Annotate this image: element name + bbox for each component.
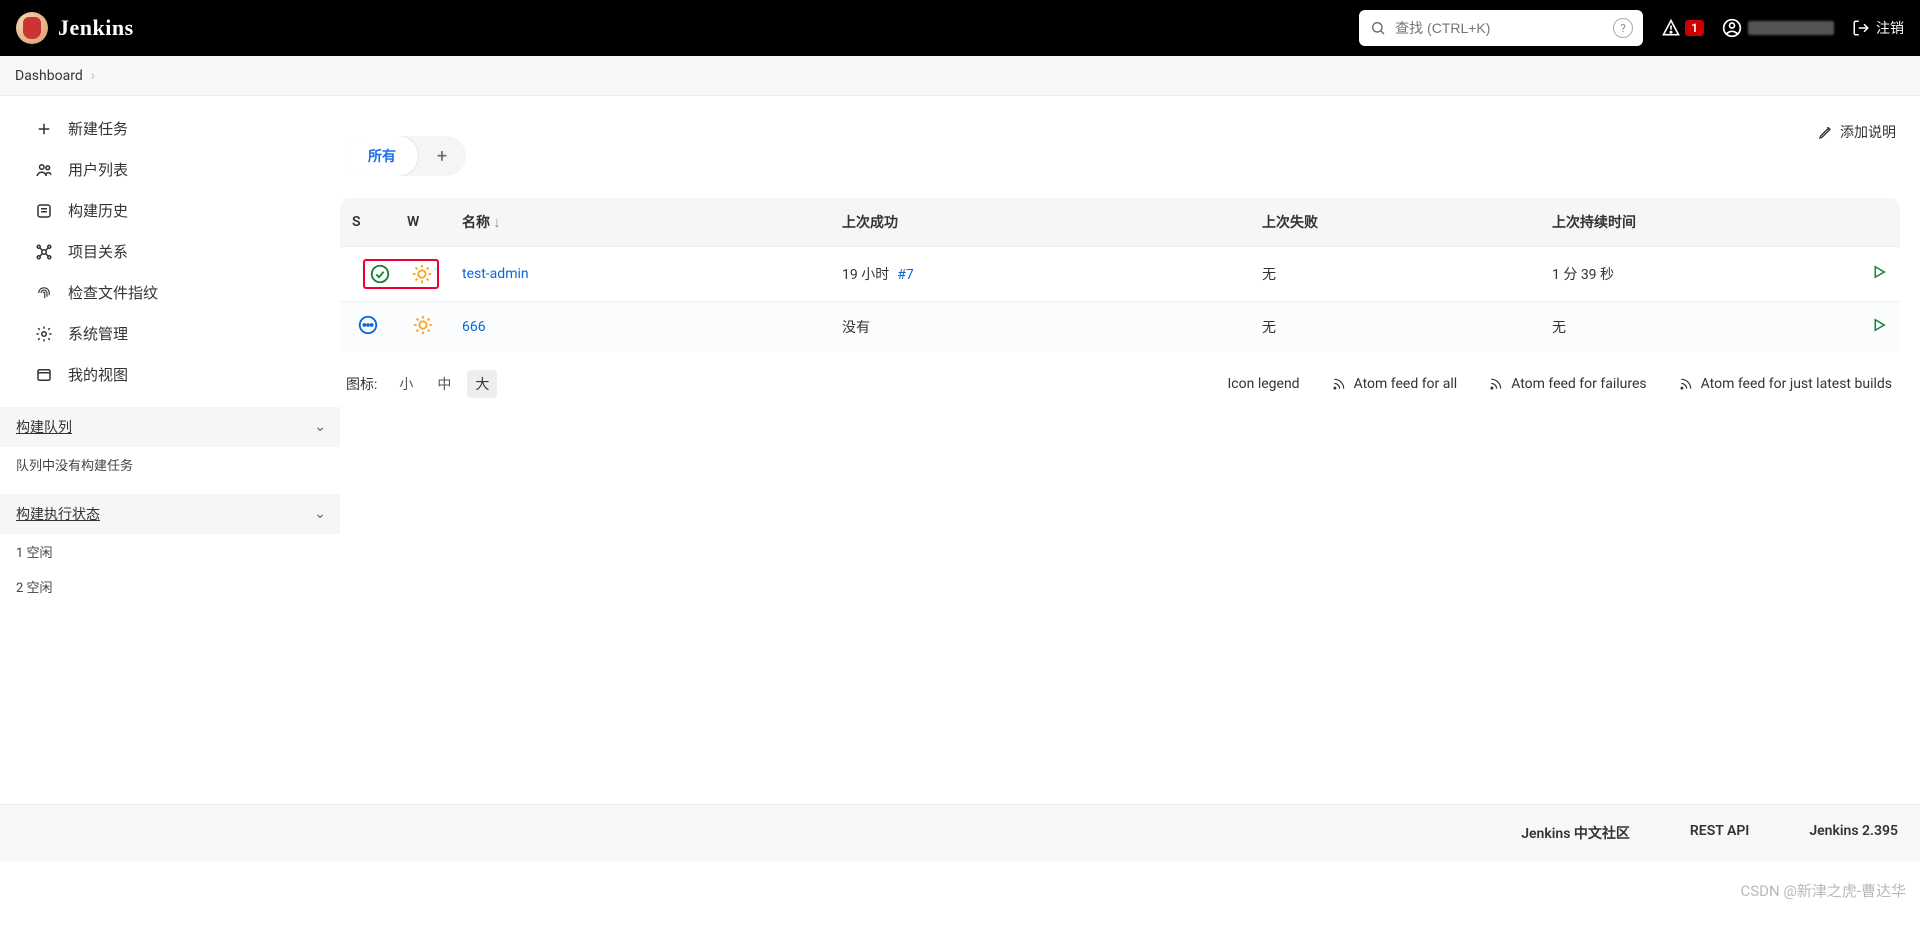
history-icon	[34, 201, 54, 221]
help-icon[interactable]: ?	[1613, 18, 1633, 38]
last-success-text: 19 小时	[842, 267, 889, 283]
build-queue-empty: 队列中没有构建任务	[0, 447, 340, 482]
search-box[interactable]: ?	[1359, 10, 1643, 46]
table-row: 666 没有 无 无	[340, 301, 1900, 352]
relations-icon	[34, 242, 54, 262]
atom-all-link[interactable]: Atom feed for all	[1332, 376, 1458, 392]
status-success-icon	[369, 263, 391, 285]
sidebar-item-users[interactable]: 用户列表	[0, 149, 340, 190]
sidebar: 新建任务 用户列表 构建历史 项目关系 检查文件指纹 系统管理 我的视图 构建队…	[0, 96, 340, 604]
sidebar-item-label: 我的视图	[68, 364, 128, 385]
job-name-link[interactable]: 666	[462, 319, 486, 335]
sidebar-item-label: 项目关系	[68, 241, 128, 262]
size-large[interactable]: 大	[467, 370, 497, 398]
alert-count: 1	[1685, 20, 1704, 36]
job-table: S W 名称 ↓ 上次成功 上次失败 上次持续时间	[340, 198, 1900, 352]
logout-button[interactable]: 注销	[1852, 18, 1904, 38]
logo-text: Jenkins	[58, 15, 134, 41]
watermark: CSDN @新津之虎-曹达华	[1740, 880, 1906, 901]
col-weather[interactable]: W	[395, 198, 450, 246]
atom-latest-link[interactable]: Atom feed for just latest builds	[1679, 376, 1892, 392]
feed-bar: Icon legend Atom feed for all Atom feed …	[1228, 376, 1893, 392]
sidebar-item-label: 构建历史	[68, 200, 128, 221]
jenkins-logo-icon	[16, 12, 48, 44]
executor-row: 1 空闲	[0, 534, 340, 569]
main-content: 添加说明 所有 + S W 名称 ↓ 上次成功 上次失败 上次持续时间	[340, 96, 1920, 604]
tab-all[interactable]: 所有	[346, 136, 418, 176]
sidebar-item-label: 用户列表	[68, 159, 128, 180]
sidebar-item-label: 系统管理	[68, 323, 128, 344]
add-description-label: 添加说明	[1840, 122, 1896, 142]
top-header: Jenkins ? 1 注销	[0, 0, 1920, 56]
page-footer: Jenkins 中文社区 REST API Jenkins 2.395	[0, 804, 1920, 861]
users-icon	[34, 160, 54, 180]
logo-area[interactable]: Jenkins	[16, 12, 134, 44]
icon-size-label: 图标:	[346, 374, 377, 394]
build-link[interactable]: #7	[897, 267, 914, 283]
build-queue-header[interactable]: 构建队列 ⌄	[0, 407, 340, 447]
chevron-down-icon: ⌄	[314, 419, 326, 435]
user-menu[interactable]	[1722, 18, 1834, 38]
col-status[interactable]: S	[340, 198, 395, 246]
build-now-button[interactable]	[1870, 322, 1888, 338]
weather-sunny-icon	[412, 314, 434, 336]
search-icon	[1369, 19, 1387, 37]
executor-row: 2 空闲	[0, 569, 340, 604]
last-fail-text: 无	[1250, 301, 1540, 352]
sidebar-item-manage[interactable]: 系统管理	[0, 313, 340, 354]
last-success-text: 没有	[842, 320, 870, 336]
weather-sunny-icon	[411, 263, 433, 285]
username-redacted	[1748, 21, 1834, 35]
build-now-button[interactable]	[1870, 269, 1888, 285]
atom-failures-link[interactable]: Atom feed for failures	[1489, 376, 1646, 392]
sidebar-item-relations[interactable]: 项目关系	[0, 231, 340, 272]
size-small[interactable]: 小	[391, 370, 421, 398]
icon-legend-link[interactable]: Icon legend	[1228, 376, 1300, 392]
chevron-right-icon: ›	[91, 68, 95, 84]
sidebar-item-label: 新建任务	[68, 118, 128, 139]
icon-size-bar: 图标: 小 中 大	[346, 370, 497, 398]
plus-icon	[34, 119, 54, 139]
last-fail-text: 无	[1250, 246, 1540, 301]
build-queue-title: 构建队列	[16, 417, 72, 437]
logout-label: 注销	[1876, 18, 1904, 38]
col-last-duration[interactable]: 上次持续时间	[1540, 198, 1858, 246]
sidebar-item-label: 检查文件指纹	[68, 282, 158, 303]
sidebar-item-history[interactable]: 构建历史	[0, 190, 340, 231]
window-icon	[34, 365, 54, 385]
chevron-down-icon: ⌄	[314, 506, 326, 522]
duration-text: 无	[1540, 301, 1858, 352]
tab-add[interactable]: +	[418, 136, 466, 176]
table-bottom-bar: 图标: 小 中 大 Icon legend Atom feed for all …	[340, 352, 1900, 408]
table-row: test-admin 19 小时 #7 无 1 分 39 秒	[340, 246, 1900, 301]
search-input[interactable]	[1395, 20, 1605, 36]
breadcrumb: Dashboard ›	[0, 56, 1920, 96]
footer-version: Jenkins 2.395	[1809, 823, 1898, 843]
breadcrumb-dashboard[interactable]: Dashboard	[15, 68, 83, 84]
sort-arrow-icon: ↓	[493, 215, 500, 231]
sidebar-item-fingerprint[interactable]: 检查文件指纹	[0, 272, 340, 313]
job-name-link[interactable]: test-admin	[462, 266, 529, 282]
sidebar-item-new[interactable]: 新建任务	[0, 108, 340, 149]
col-last-fail[interactable]: 上次失败	[1250, 198, 1540, 246]
executor-title: 构建执行状态	[16, 504, 100, 524]
fingerprint-icon	[34, 283, 54, 303]
col-name[interactable]: 名称 ↓	[450, 198, 830, 246]
footer-community-link[interactable]: Jenkins 中文社区	[1521, 823, 1630, 843]
sidebar-item-myviews[interactable]: 我的视图	[0, 354, 340, 395]
status-notbuilt-icon	[357, 314, 379, 336]
executor-header[interactable]: 构建执行状态 ⌄	[0, 494, 340, 534]
duration-text: 1 分 39 秒	[1540, 246, 1858, 301]
highlight-box	[363, 259, 439, 289]
alerts-button[interactable]: 1	[1661, 18, 1704, 38]
view-tabs: 所有 +	[346, 136, 466, 176]
gear-icon	[34, 324, 54, 344]
col-last-success[interactable]: 上次成功	[830, 198, 1250, 246]
size-medium[interactable]: 中	[429, 370, 459, 398]
add-description-button[interactable]: 添加说明	[1818, 122, 1896, 142]
footer-rest-link[interactable]: REST API	[1690, 823, 1749, 843]
